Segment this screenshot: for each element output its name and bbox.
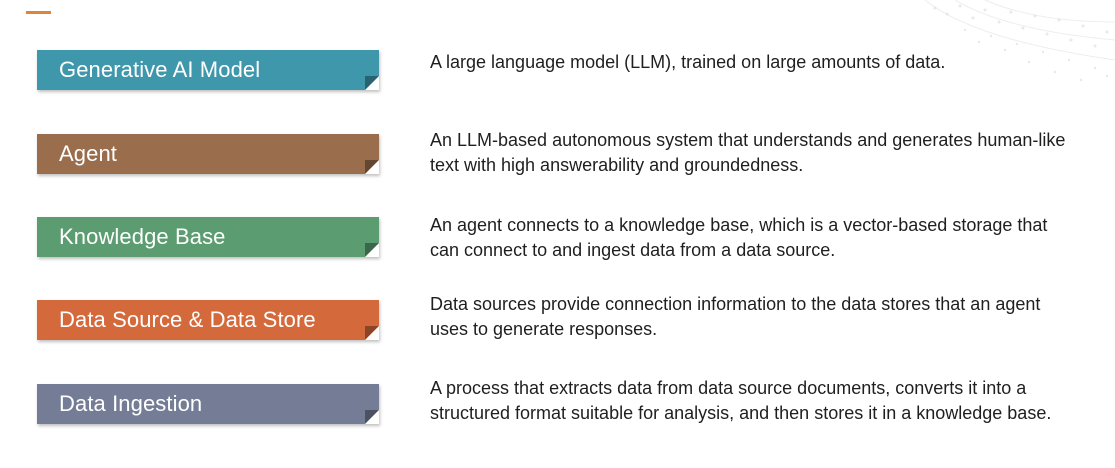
term-description-data-ingestion: A process that extracts data from data s… [430, 378, 1052, 423]
folded-corner [365, 243, 379, 257]
term-label-text: Agent [59, 141, 117, 166]
term-label-text: Data Ingestion [59, 391, 203, 416]
term-description-knowledge-base: An agent connects to a knowledge base, w… [430, 215, 1048, 260]
term-description-data-source-data-store: Data sources provide connection informat… [430, 294, 1041, 339]
term-label-generative-ai-model: Generative AI Model [37, 50, 379, 90]
term-label-text: Generative AI Model [59, 57, 261, 82]
term-label-data-source-data-store: Data Source & Data Store [37, 300, 379, 340]
title-accent-bar [26, 11, 51, 14]
term-description-agent: An LLM-based autonomous system that unde… [430, 130, 1066, 175]
term-label-agent: Agent [37, 134, 379, 174]
term-label-text: Data Source & Data Store [59, 307, 316, 332]
term-label-data-ingestion: Data Ingestion [37, 384, 379, 424]
decorative-pattern [924, 0, 1115, 82]
folded-corner [365, 326, 379, 340]
folded-corner [365, 160, 379, 174]
term-label-text: Knowledge Base [59, 224, 226, 249]
term-label-knowledge-base: Knowledge Base [37, 217, 379, 257]
folded-corner [365, 410, 379, 424]
term-description-generative-ai-model: A large language model (LLM), trained on… [430, 52, 946, 72]
folded-corner [365, 76, 379, 90]
